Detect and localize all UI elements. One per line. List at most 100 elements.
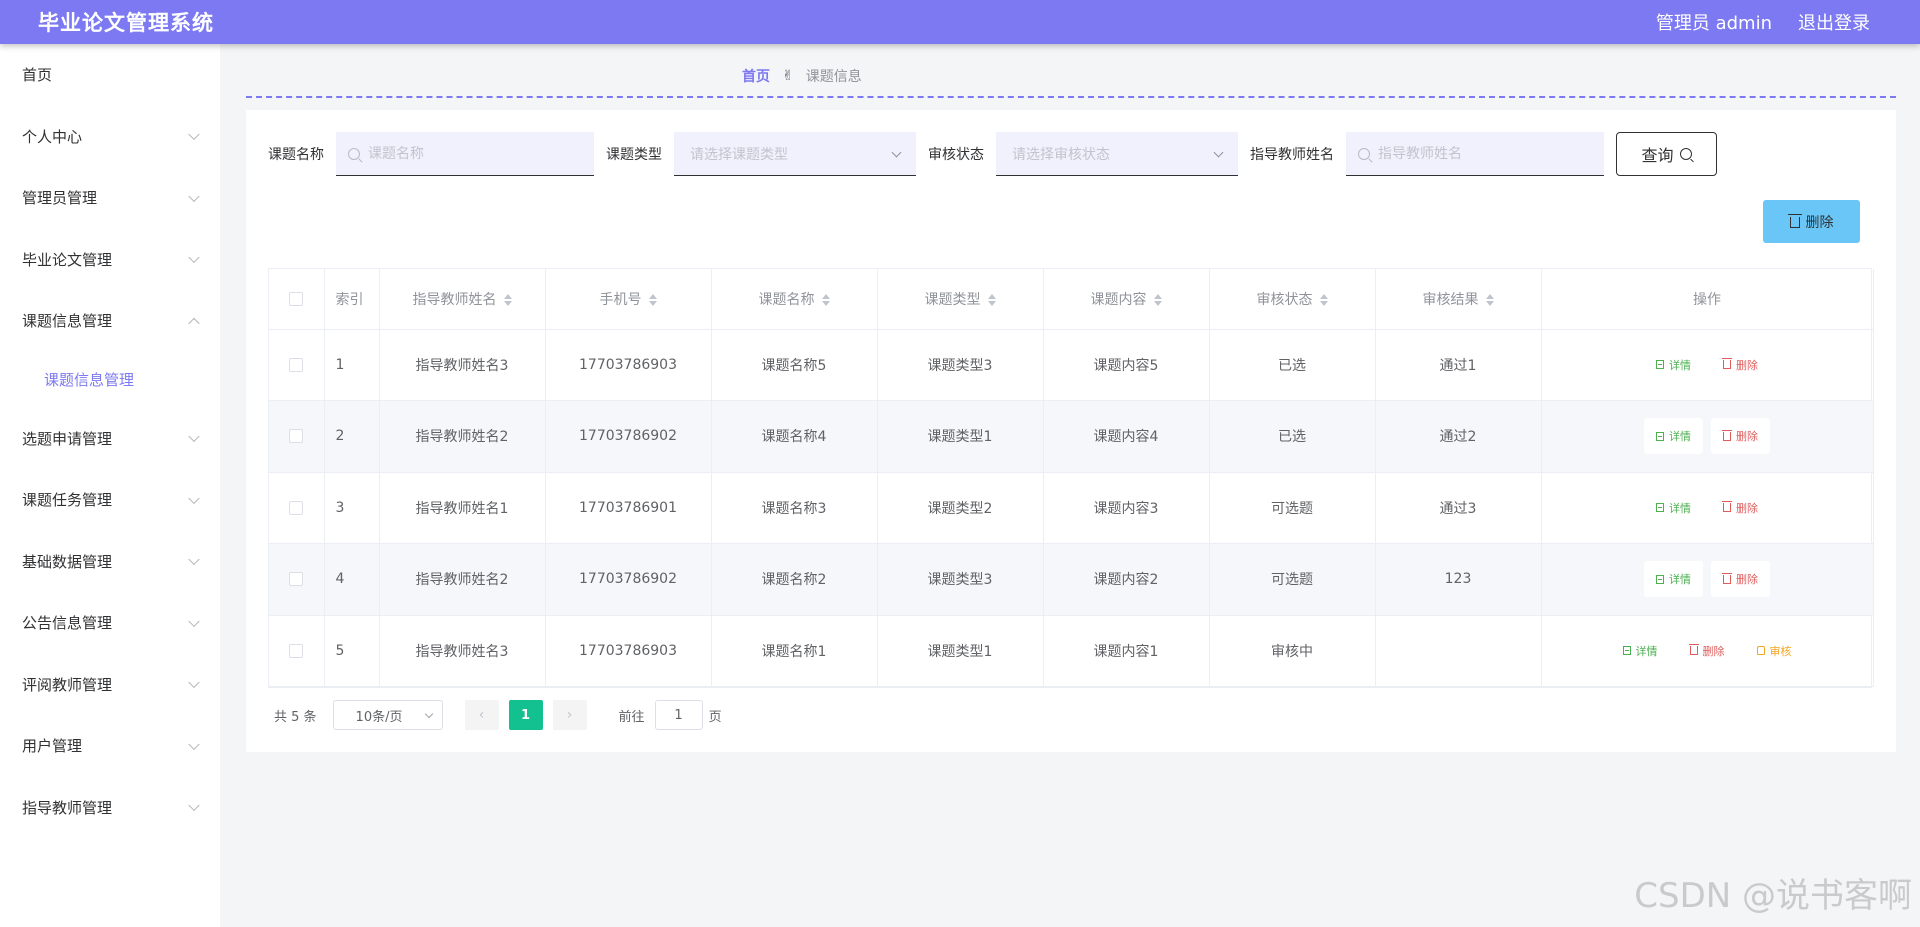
cell-index: 1 (324, 329, 380, 401)
sort-caret-icon[interactable] (503, 293, 512, 307)
sort-caret-icon[interactable] (1319, 293, 1328, 307)
teacher-name-label: 指导教师姓名 (1250, 147, 1334, 163)
document-icon (1622, 646, 1631, 656)
row-checkbox[interactable] (289, 429, 304, 444)
delete-button[interactable]: 删除 (1678, 633, 1737, 669)
column-header[interactable]: 课题名称 (711, 269, 878, 330)
cell-result: 通过3 (1375, 472, 1542, 544)
column-header[interactable]: 指导教师姓名 (379, 269, 546, 330)
batch-delete-button[interactable]: 删除 (1763, 200, 1860, 243)
page-number-current[interactable]: 1 (508, 700, 543, 730)
column-header[interactable]: 课题类型 (877, 269, 1044, 330)
delete-label: 删除 (1736, 573, 1758, 587)
sidebar-item[interactable]: 课题信息管理 (0, 290, 220, 352)
cell-name: 课题名称4 (711, 400, 878, 473)
trash-icon (1787, 214, 1802, 228)
sidebar-item[interactable]: 评阅教师管理 (0, 654, 220, 716)
review-status-select[interactable]: 请选择审核状态 (996, 132, 1238, 176)
sidebar-item[interactable]: 选题申请管理 (0, 408, 220, 470)
column-header[interactable]: 审核状态 (1209, 269, 1376, 330)
goto-page-input[interactable]: 1 (654, 700, 703, 730)
table-row: 1 指导教师姓名3 17703786903 课题名称5 课题类型3 课题内容5 已选 通过1 详… (269, 329, 1874, 401)
sidebar-item-label: 选题申请管理 (22, 429, 113, 448)
cell-result: 123 (1375, 543, 1542, 616)
review-status-placeholder: 请选择审核状态 (1012, 146, 1110, 163)
delete-label: 删除 (1702, 644, 1725, 658)
chevron-down-icon (188, 251, 200, 264)
cell-result: 通过2 (1375, 400, 1542, 473)
sidebar-item[interactable]: 首页 (0, 44, 220, 106)
sort-caret-icon[interactable] (1153, 293, 1162, 307)
row-select-cell (269, 329, 325, 401)
topic-type-select[interactable]: 请选择课题类型 (674, 132, 916, 176)
review-status-label: 审核状态 (928, 147, 984, 163)
delete-button[interactable]: 删除 (1711, 418, 1770, 455)
teacher-name-input-wrap (1346, 132, 1604, 176)
row-checkbox[interactable] (289, 500, 304, 515)
cell-name: 课题名称1 (711, 615, 878, 687)
sort-caret-icon[interactable] (1485, 293, 1494, 307)
cell-content: 课题内容4 (1043, 400, 1210, 473)
row-checkbox[interactable] (289, 572, 304, 587)
detail-label: 详情 (1635, 644, 1658, 658)
detail-button[interactable]: 详情 (1644, 347, 1703, 383)
trash-icon (1722, 358, 1732, 370)
detail-button[interactable]: 详情 (1644, 418, 1703, 455)
sidebar-item-label: 课题信息管理 (44, 371, 135, 389)
chevron-down-icon (891, 147, 902, 158)
detail-button[interactable]: 详情 (1644, 490, 1703, 526)
content-card: 课题名称 课题类型 请选择课题类型 审核状态 请选择审核状态 指导教师姓名 查询… (246, 110, 1896, 752)
select-all-checkbox[interactable] (289, 291, 304, 306)
row-checkbox[interactable] (289, 357, 304, 372)
divider (246, 96, 1896, 98)
cell-index: 2 (324, 400, 380, 473)
chevron-down-icon (424, 709, 433, 719)
sidebar-item[interactable]: 指导教师管理 (0, 777, 220, 839)
sidebar-item[interactable]: 毕业论文管理 (0, 229, 220, 291)
column-header[interactable]: 课题内容 (1043, 269, 1210, 330)
sidebar-item-label: 首页 (22, 66, 53, 85)
sidebar-item[interactable]: 管理员管理 (0, 167, 220, 229)
cell-type: 课题类型1 (877, 615, 1044, 687)
sort-caret-icon[interactable] (821, 293, 830, 307)
sort-caret-icon[interactable] (987, 293, 996, 307)
delete-button[interactable]: 删除 (1711, 347, 1770, 383)
search-icon (1679, 148, 1692, 160)
sidebar-item[interactable]: 基础数据管理 (0, 531, 220, 593)
detail-button[interactable]: 详情 (1611, 633, 1670, 669)
prev-page-button[interactable]: ‹ (464, 700, 499, 730)
sort-caret-icon[interactable] (648, 293, 657, 307)
cell-teacher: 指导教师姓名3 (379, 615, 546, 687)
document-icon (1656, 503, 1664, 513)
audit-button[interactable]: 审核 (1745, 633, 1804, 669)
table-row: 4 指导教师姓名2 17703786902 课题名称2 课题类型3 课题内容2 可选题 123… (269, 543, 1874, 616)
pagination: 共 5 条 10条/页 ‹ 1 › 前往 1 页 (274, 700, 722, 730)
delete-button[interactable]: 删除 (1711, 561, 1770, 598)
sidebar-item[interactable]: 公告信息管理 (0, 592, 220, 654)
topic-name-input[interactable] (368, 145, 568, 162)
detail-button[interactable]: 详情 (1644, 561, 1703, 598)
delete-button[interactable]: 删除 (1711, 490, 1770, 526)
teacher-name-input[interactable] (1378, 145, 1578, 162)
sidebar-item[interactable]: 课题任务管理 (0, 469, 220, 531)
next-page-button[interactable]: › (552, 700, 587, 730)
chevron-down-icon (188, 676, 200, 689)
sidebar-subitem[interactable]: 课题信息管理 (0, 352, 220, 408)
row-checkbox[interactable] (289, 643, 304, 658)
column-header[interactable]: 手机号 (545, 269, 712, 330)
query-button[interactable]: 查询 (1616, 132, 1717, 176)
sidebar-item[interactable]: 个人中心 (0, 106, 220, 168)
sidebar-item[interactable]: 用户管理 (0, 715, 220, 777)
cell-operations: 详情 删除 (1541, 543, 1874, 616)
column-header: 操作 (1541, 269, 1874, 330)
cell-teacher: 指导教师姓名2 (379, 543, 546, 616)
sidebar-item-label: 用户管理 (22, 737, 83, 756)
breadcrumb-home[interactable]: 首页 (742, 66, 770, 86)
sidebar-item-label: 课题任务管理 (22, 491, 113, 510)
page-size-select[interactable]: 10条/页 (332, 700, 443, 730)
logout-button[interactable]: 退出登录 (1798, 9, 1870, 35)
row-select-cell (269, 543, 325, 616)
column-header[interactable]: 审核结果 (1375, 269, 1542, 330)
cell-status: 审核中 (1209, 615, 1376, 687)
cell-operations: 详情 删除 (1541, 472, 1874, 544)
